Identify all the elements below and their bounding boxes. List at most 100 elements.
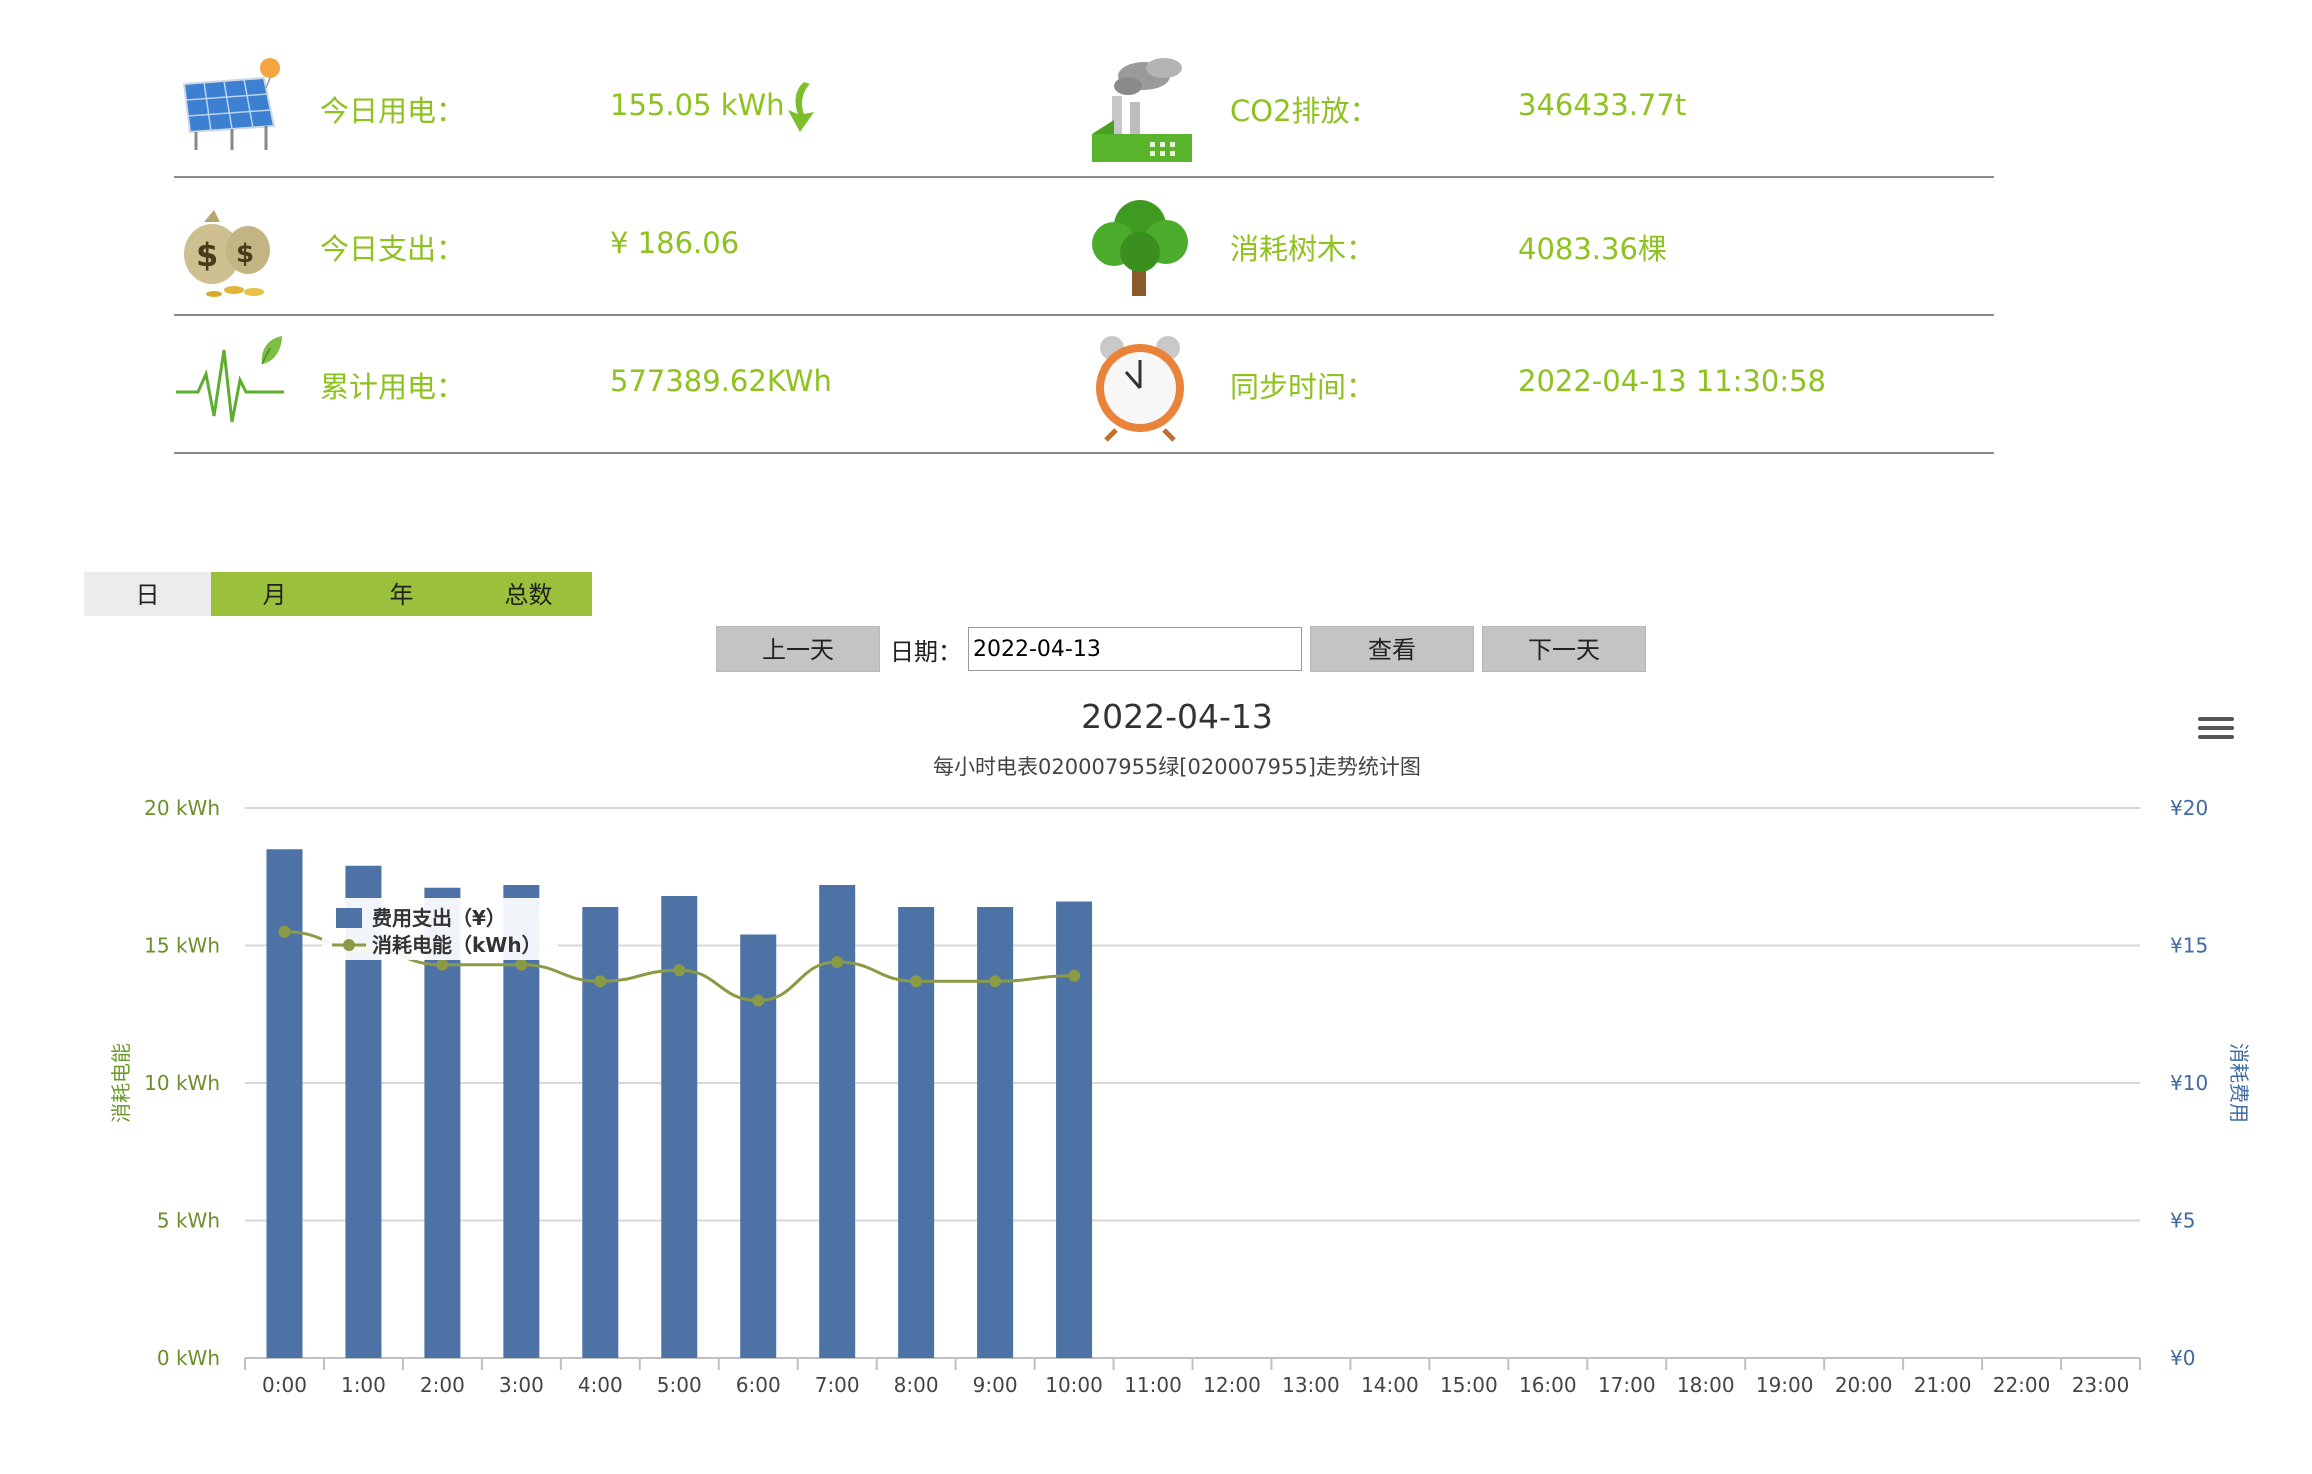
- date-input[interactable]: [968, 627, 1302, 671]
- stat-value: 2022-04-13 11:30:58: [1518, 364, 1826, 398]
- x-axis-label: 12:00: [1203, 1373, 1261, 1397]
- stat-sync-time: 同步时间： 2022-04-13 11:30:58: [1084, 316, 1994, 452]
- right-axis-tick: ¥10: [2170, 1071, 2208, 1095]
- alarm-clock-icon: [1096, 336, 1184, 442]
- tree-icon: [1092, 200, 1188, 296]
- stat-value: ¥ 186.06: [610, 226, 740, 260]
- bar-cost: [898, 907, 935, 1358]
- x-axis-label: 20:00: [1835, 1373, 1893, 1397]
- stat-value: 155.05 kWh: [610, 88, 785, 122]
- stats-panel: 今日用电： 155.05 kWh CO2排放： 346433.77t $ $ 今…: [174, 40, 1994, 454]
- line-point: [989, 975, 1002, 988]
- x-axis-label: 13:00: [1282, 1373, 1340, 1397]
- x-axis-label: 14:00: [1361, 1373, 1419, 1397]
- stat-label: CO2排放：: [1230, 94, 1379, 128]
- solar-panel-icon: [182, 58, 280, 150]
- line-point: [673, 964, 686, 977]
- line-point: [831, 956, 844, 968]
- stat-label: 今日用电：: [320, 94, 466, 128]
- legend-item: 消耗电能（kWh）: [372, 933, 542, 957]
- period-tabs: 日 月 年 总数: [84, 572, 592, 616]
- right-axis-tick: ¥0: [2170, 1346, 2195, 1370]
- stat-label: 今日支出：: [320, 232, 466, 266]
- tab-day[interactable]: 日: [84, 572, 211, 616]
- left-axis-tick: 5 kWh: [157, 1209, 220, 1233]
- line-point: [752, 994, 765, 1007]
- x-axis-label: 19:00: [1756, 1373, 1814, 1397]
- stat-label: 累计用电：: [320, 370, 466, 404]
- stat-value: 577389.62KWh: [610, 364, 832, 398]
- x-axis-label: 0:00: [262, 1373, 307, 1397]
- stat-label: 消耗树木：: [1230, 232, 1376, 266]
- next-day-button[interactable]: 下一天: [1482, 626, 1646, 672]
- arrow-down-icon: [788, 82, 814, 132]
- x-axis-label: 5:00: [657, 1373, 702, 1397]
- bar-cost: [582, 907, 619, 1358]
- money-bag-icon: $ $: [184, 210, 270, 297]
- x-axis-label: 8:00: [894, 1373, 939, 1397]
- legend-item: 费用支出（¥）: [372, 906, 506, 930]
- line-point: [436, 958, 449, 971]
- stat-total-usage: 累计用电： 577389.62KWh: [174, 316, 1084, 452]
- svg-text:$: $: [196, 236, 218, 274]
- left-axis-tick: 0 kWh: [157, 1346, 220, 1370]
- stat-trees: 消耗树木： 4083.36棵: [1084, 178, 1994, 314]
- line-point: [515, 958, 528, 971]
- left-axis-tick: 20 kWh: [144, 796, 220, 820]
- x-axis-label: 2:00: [420, 1373, 465, 1397]
- factory-icon: [1092, 58, 1192, 162]
- date-controls: 上一天 日期： 查看 下一天: [716, 626, 1646, 672]
- line-point: [594, 975, 607, 988]
- stat-today-cost: $ $ 今日支出： ¥ 186.06: [174, 178, 1084, 314]
- x-axis-label: 22:00: [1993, 1373, 2051, 1397]
- x-axis-label: 16:00: [1519, 1373, 1577, 1397]
- stat-co2: CO2排放： 346433.77t: [1084, 40, 1994, 176]
- tab-total[interactable]: 总数: [465, 572, 592, 616]
- line-point: [910, 975, 923, 988]
- pulse-leaf-icon: [176, 336, 284, 423]
- chart-container: 2022-04-13 每小时电表020007955绿[020007955]走势统计…: [0, 690, 2312, 1430]
- x-axis-label: 7:00: [815, 1373, 860, 1397]
- line-point: [278, 925, 291, 938]
- x-axis-label: 6:00: [736, 1373, 781, 1397]
- x-axis-label: 17:00: [1598, 1373, 1656, 1397]
- x-axis-label: 18:00: [1677, 1373, 1735, 1397]
- svg-text:$: $: [236, 239, 254, 269]
- x-axis-label: 3:00: [499, 1373, 544, 1397]
- chart: 2022-04-13 每小时电表020007955绿[020007955]走势统计…: [109, 697, 2251, 1397]
- bar-cost: [819, 885, 856, 1358]
- right-axis-tick: ¥15: [2170, 934, 2208, 958]
- right-axis-tick: ¥20: [2170, 796, 2208, 820]
- stat-row: $ $ 今日支出： ¥ 186.06 消耗树木： 4083.36棵: [174, 178, 1994, 316]
- stat-today-usage: 今日用电： 155.05 kWh: [174, 40, 1084, 176]
- right-axis-tick: ¥5: [2170, 1209, 2195, 1233]
- chart-title: 2022-04-13: [1081, 697, 1273, 736]
- x-axis-label: 9:00: [973, 1373, 1018, 1397]
- x-axis-label: 11:00: [1124, 1373, 1182, 1397]
- x-axis-label: 4:00: [578, 1373, 623, 1397]
- right-axis-title: 消耗费用: [2227, 1043, 2251, 1123]
- bar-cost: [266, 849, 303, 1358]
- stat-row: 累计用电： 577389.62KWh 同步时间： 2022-04-13 11:3…: [174, 316, 1994, 454]
- prev-day-button[interactable]: 上一天: [716, 626, 880, 672]
- tab-month[interactable]: 月: [211, 572, 338, 616]
- stat-value: 4083.36棵: [1518, 232, 1667, 266]
- x-axis-label: 23:00: [2072, 1373, 2130, 1397]
- view-button[interactable]: 查看: [1310, 626, 1474, 672]
- left-axis-tick: 10 kWh: [144, 1071, 220, 1095]
- chart-menu-icon[interactable]: [2198, 712, 2234, 742]
- x-axis-label: 10:00: [1045, 1373, 1103, 1397]
- left-axis-tick: 15 kWh: [144, 934, 220, 958]
- bar-cost: [977, 907, 1014, 1358]
- x-axis-label: 21:00: [1914, 1373, 1972, 1397]
- chart-subtitle: 每小时电表020007955绿[020007955]走势统计图: [933, 755, 1421, 779]
- tab-year[interactable]: 年: [338, 572, 465, 616]
- x-axis-label: 15:00: [1440, 1373, 1498, 1397]
- legend-bar-swatch: [336, 908, 362, 928]
- legend-line-marker: [343, 939, 355, 951]
- stat-value: 346433.77t: [1518, 88, 1687, 122]
- x-axis-label: 1:00: [341, 1373, 386, 1397]
- left-axis-title: 消耗电能: [109, 1043, 133, 1123]
- date-label: 日期：: [890, 637, 962, 666]
- stat-row: 今日用电： 155.05 kWh CO2排放： 346433.77t: [174, 40, 1994, 178]
